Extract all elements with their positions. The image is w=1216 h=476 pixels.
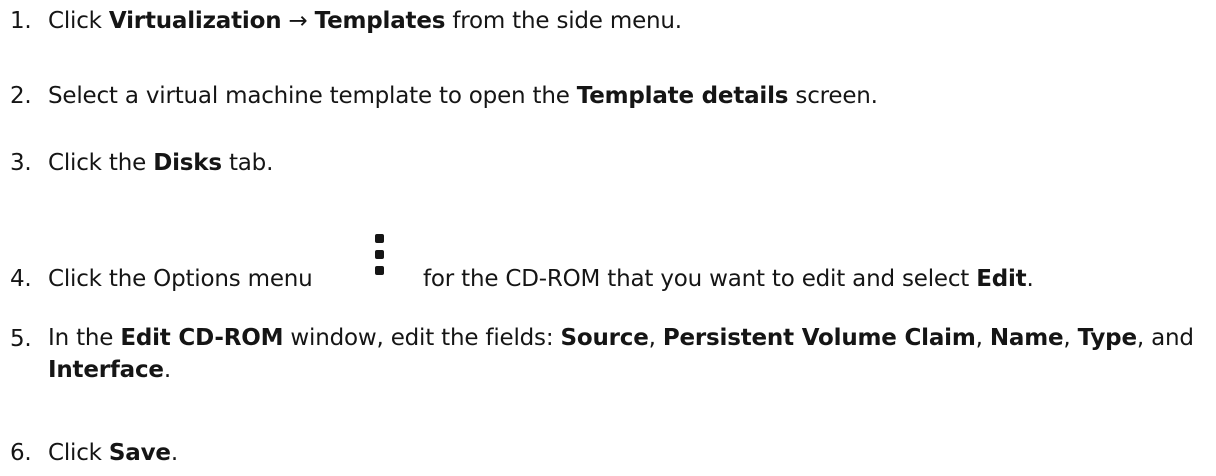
ui-term-name: Name	[989, 325, 1064, 351]
ui-term-edit-cd-rom: Edit CD-ROM	[120, 325, 284, 351]
ui-term-disks: Disks	[153, 150, 222, 176]
text: .	[163, 357, 171, 383]
text: for the CD-ROM that you want to edit and…	[423, 266, 977, 292]
step-number: 1.	[10, 8, 32, 34]
text: Click	[48, 440, 109, 466]
text: →	[281, 8, 315, 34]
ui-term-template-details: Template details	[576, 83, 789, 109]
text: Click the Options menu	[48, 266, 313, 292]
step-number: 3.	[10, 150, 32, 176]
text: from the side menu.	[445, 8, 682, 34]
text: ,	[1063, 325, 1078, 351]
step-number: 2.	[10, 83, 32, 109]
text: ,	[975, 325, 990, 351]
ui-term-templates: Templates	[314, 8, 446, 34]
text: window, edit the fields:	[283, 325, 561, 351]
ui-term-interface: Interface	[48, 357, 164, 383]
step-text: Click Virtualization → Templates from th…	[48, 4, 682, 38]
kebab-vertical-icon	[346, 226, 416, 296]
ui-term-edit: Edit	[976, 266, 1027, 292]
text: In the	[48, 325, 121, 351]
step-number: 6.	[10, 440, 32, 466]
ui-term-virtualization: Virtualization	[108, 8, 282, 34]
step-4: 4. Click the Options menu for the CD-ROM…	[0, 226, 1216, 296]
text: Select a virtual machine template to ope…	[48, 83, 577, 109]
text: tab.	[221, 150, 274, 176]
text: , and	[1136, 325, 1194, 351]
step-number: 5.	[10, 326, 32, 352]
ui-term-source: Source	[560, 325, 649, 351]
text: Click	[48, 8, 109, 34]
procedure-steps: 1. Click Virtualization → Templates from…	[0, 0, 1216, 476]
ui-term-type: Type	[1077, 325, 1137, 351]
step-number: 4.	[10, 266, 32, 292]
step-text: Click the Disks tab.	[48, 146, 273, 180]
ui-term-save: Save	[108, 440, 171, 466]
ui-term-persistent-volume-claim: Persistent Volume Claim	[662, 325, 976, 351]
step-text: Click the Options menu	[48, 262, 313, 296]
step-text-continued: for the CD-ROM that you want to edit and…	[423, 262, 1034, 296]
text: Click the	[48, 150, 154, 176]
step-text: Select a virtual machine template to ope…	[48, 79, 878, 113]
text: ,	[648, 325, 663, 351]
step-text: In the Edit CD-ROM window, edit the fiel…	[48, 322, 1208, 386]
text: .	[1026, 266, 1034, 292]
text: screen.	[788, 83, 878, 109]
step-text: Click Save.	[48, 436, 178, 470]
text: .	[170, 440, 178, 466]
